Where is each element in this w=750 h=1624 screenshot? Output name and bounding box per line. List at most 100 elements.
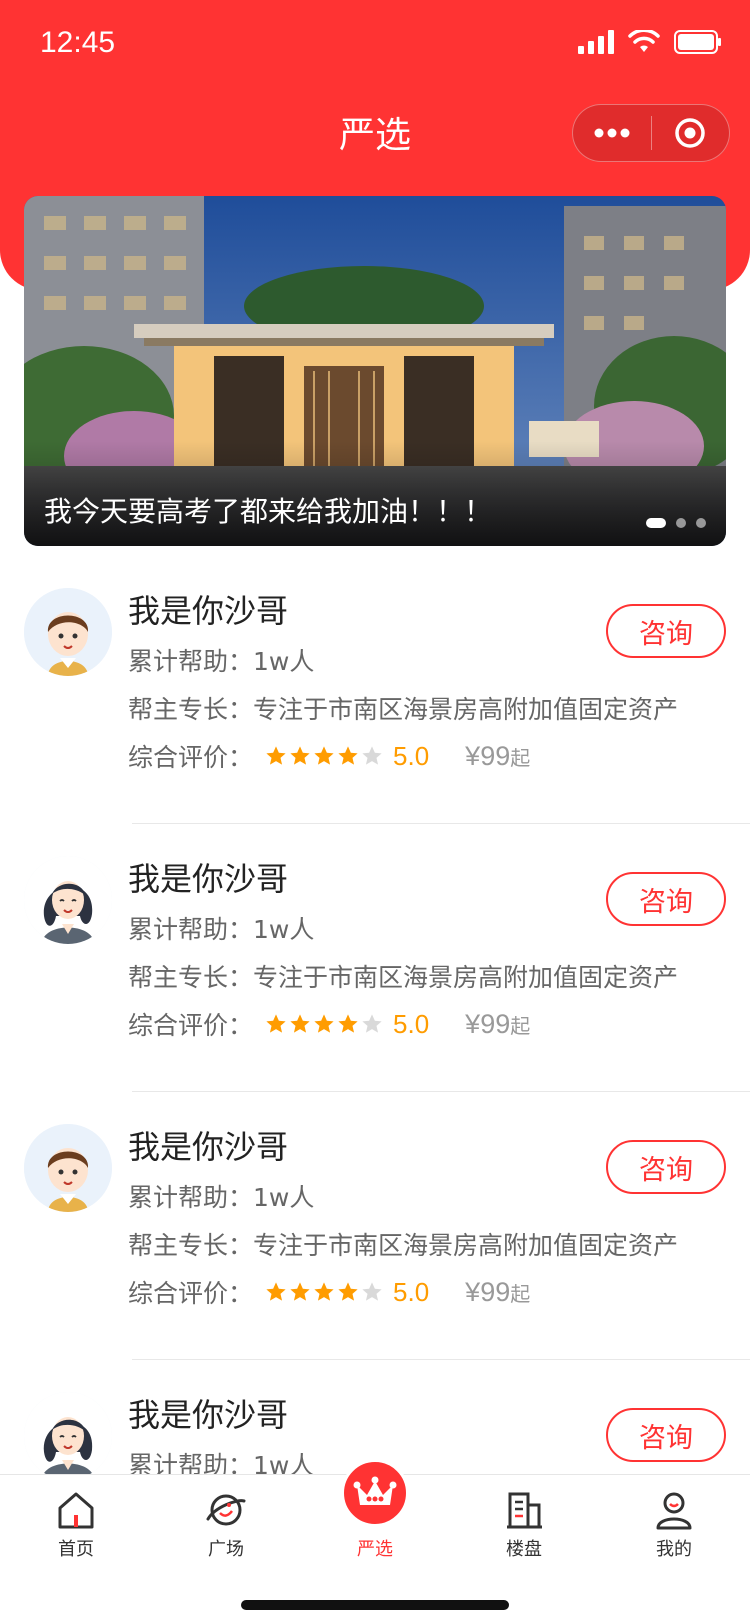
status-icons — [578, 30, 722, 54]
female-avatar-icon — [24, 856, 112, 944]
rating-score: 5.0 — [393, 1276, 430, 1307]
tab-square[interactable]: 广场 — [166, 1489, 286, 1561]
consult-button[interactable]: 咨询 — [606, 872, 726, 926]
specialty-value: 专注于市南区海景房高附加值固定资产 — [253, 1231, 679, 1260]
star-rating — [265, 1281, 383, 1303]
price: ¥99起 — [465, 1009, 530, 1040]
home-icon — [58, 1492, 94, 1529]
list-item[interactable]: 我是你沙哥 累计帮助：1w人 帮主专长：专注于市南区海景房高附加值固定资产 综合… — [0, 824, 750, 1092]
star-icon — [314, 1282, 334, 1301]
selected-tab-bubble[interactable] — [341, 1459, 409, 1527]
avatar — [24, 588, 112, 676]
list-item[interactable]: 我是你沙哥 累计帮助：1w人 帮主专长：专注于市南区海景房高附加值固定资产 综合… — [0, 556, 750, 824]
consult-button[interactable]: 咨询 — [606, 604, 726, 658]
banner-dot-active[interactable] — [646, 518, 666, 528]
rating-row: 综合评价： 5.0 ¥99起 — [128, 1274, 530, 1310]
star-icon — [338, 746, 358, 765]
tab-label: 严选 — [357, 1539, 393, 1560]
star-icon — [314, 1014, 334, 1033]
banner-pagination — [646, 518, 706, 528]
help-count: 累计帮助：1w人 — [128, 642, 314, 678]
more-dots-icon — [594, 128, 630, 138]
help-count: 累计帮助：1w人 — [128, 1178, 314, 1214]
signal-icon — [578, 30, 614, 54]
tab-label: 楼盘 — [506, 1539, 542, 1560]
star-empty-icon — [362, 1014, 382, 1033]
status-time: 12:45 — [40, 26, 116, 59]
wifi-icon — [628, 30, 660, 52]
crown-icon — [353, 1476, 397, 1505]
male-avatar-icon — [24, 588, 112, 676]
help-value: 1w人 — [253, 647, 315, 676]
rating-row: 综合评价： 5.0 ¥99起 — [128, 1006, 530, 1042]
star-empty-icon — [362, 746, 382, 765]
target-icon — [675, 118, 705, 148]
specialty-label: 帮主专长： — [128, 1231, 254, 1260]
star-icon — [314, 746, 334, 765]
banner-dot[interactable] — [676, 518, 686, 528]
expert-name: 我是你沙哥 — [128, 592, 289, 630]
battery-icon — [674, 30, 721, 54]
tab-buildings[interactable]: 楼盘 — [464, 1489, 584, 1561]
tab-mine[interactable]: 我的 — [614, 1489, 734, 1561]
specialty: 帮主专长：专注于市南区海景房高附加值固定资产 — [128, 958, 678, 994]
planet-icon — [206, 1494, 246, 1526]
status-bar: 12:45 — [0, 0, 750, 88]
user-icon — [656, 1492, 692, 1530]
star-icon — [290, 746, 310, 765]
specialty-value: 专注于市南区海景房高附加值固定资产 — [253, 963, 679, 992]
star-icon — [338, 1282, 358, 1301]
avatar — [24, 856, 112, 944]
star-icon — [290, 1014, 310, 1033]
help-label: 累计帮助： — [128, 647, 254, 676]
star-icon — [266, 1282, 286, 1301]
tab-label: 我的 — [656, 1539, 692, 1560]
price: ¥99起 — [465, 1277, 530, 1308]
banner-caption: 我今天要高考了都来给我加油！！！ — [44, 495, 493, 528]
mini-program-capsule — [572, 104, 730, 162]
help-count: 累计帮助：1w人 — [128, 910, 314, 946]
tab-label: 广场 — [208, 1539, 244, 1560]
tab-home[interactable]: 首页 — [16, 1489, 136, 1561]
building-icon — [507, 1492, 542, 1529]
price: ¥99起 — [465, 741, 530, 772]
star-icon — [290, 1282, 310, 1301]
expert-name: 我是你沙哥 — [128, 860, 289, 898]
specialty: 帮主专长：专注于市南区海景房高附加值固定资产 — [128, 690, 678, 726]
specialty: 帮主专长：专注于市南区海景房高附加值固定资产 — [128, 1226, 678, 1262]
avatar — [24, 1392, 112, 1480]
price-value: ¥99 — [465, 740, 511, 771]
expert-name: 我是你沙哥 — [128, 1396, 289, 1434]
close-miniprogram-button[interactable] — [652, 104, 730, 162]
avatar — [24, 1124, 112, 1212]
help-value: 1w人 — [253, 915, 315, 944]
price-suffix: 起 — [510, 1283, 531, 1306]
home-indicator — [241, 1600, 509, 1610]
star-icon — [266, 746, 286, 765]
help-label: 累计帮助： — [128, 915, 254, 944]
star-empty-icon — [362, 1282, 382, 1301]
rating-row: 综合评价： 5.0 ¥99起 — [128, 738, 530, 774]
star-icon — [266, 1014, 286, 1033]
price-value: ¥99 — [465, 1008, 511, 1039]
rating-label: 综合评价： — [128, 1279, 254, 1308]
rating-label: 综合评价： — [128, 743, 254, 772]
consult-button[interactable]: 咨询 — [606, 1140, 726, 1194]
consult-button[interactable]: 咨询 — [606, 1408, 726, 1462]
expert-name: 我是你沙哥 — [128, 1128, 289, 1166]
female-avatar-icon — [24, 1392, 112, 1480]
rating-score: 5.0 — [393, 740, 430, 771]
banner-dot[interactable] — [696, 518, 706, 528]
star-icon — [338, 1014, 358, 1033]
price-suffix: 起 — [510, 1015, 531, 1038]
help-value: 1w人 — [253, 1183, 315, 1212]
banner-carousel[interactable]: 我今天要高考了都来给我加油！！！ — [24, 196, 726, 546]
rating-score: 5.0 — [393, 1008, 430, 1039]
list-item[interactable]: 我是你沙哥 累计帮助：1w人 帮主专长：专注于市南区海景房高附加值固定资产 综合… — [0, 1092, 750, 1360]
male-avatar-icon — [24, 1124, 112, 1212]
price-value: ¥99 — [465, 1276, 511, 1307]
more-button[interactable] — [573, 104, 651, 162]
rating-label: 综合评价： — [128, 1011, 254, 1040]
help-label: 累计帮助： — [128, 1183, 254, 1212]
specialty-value: 专注于市南区海景房高附加值固定资产 — [253, 695, 679, 724]
